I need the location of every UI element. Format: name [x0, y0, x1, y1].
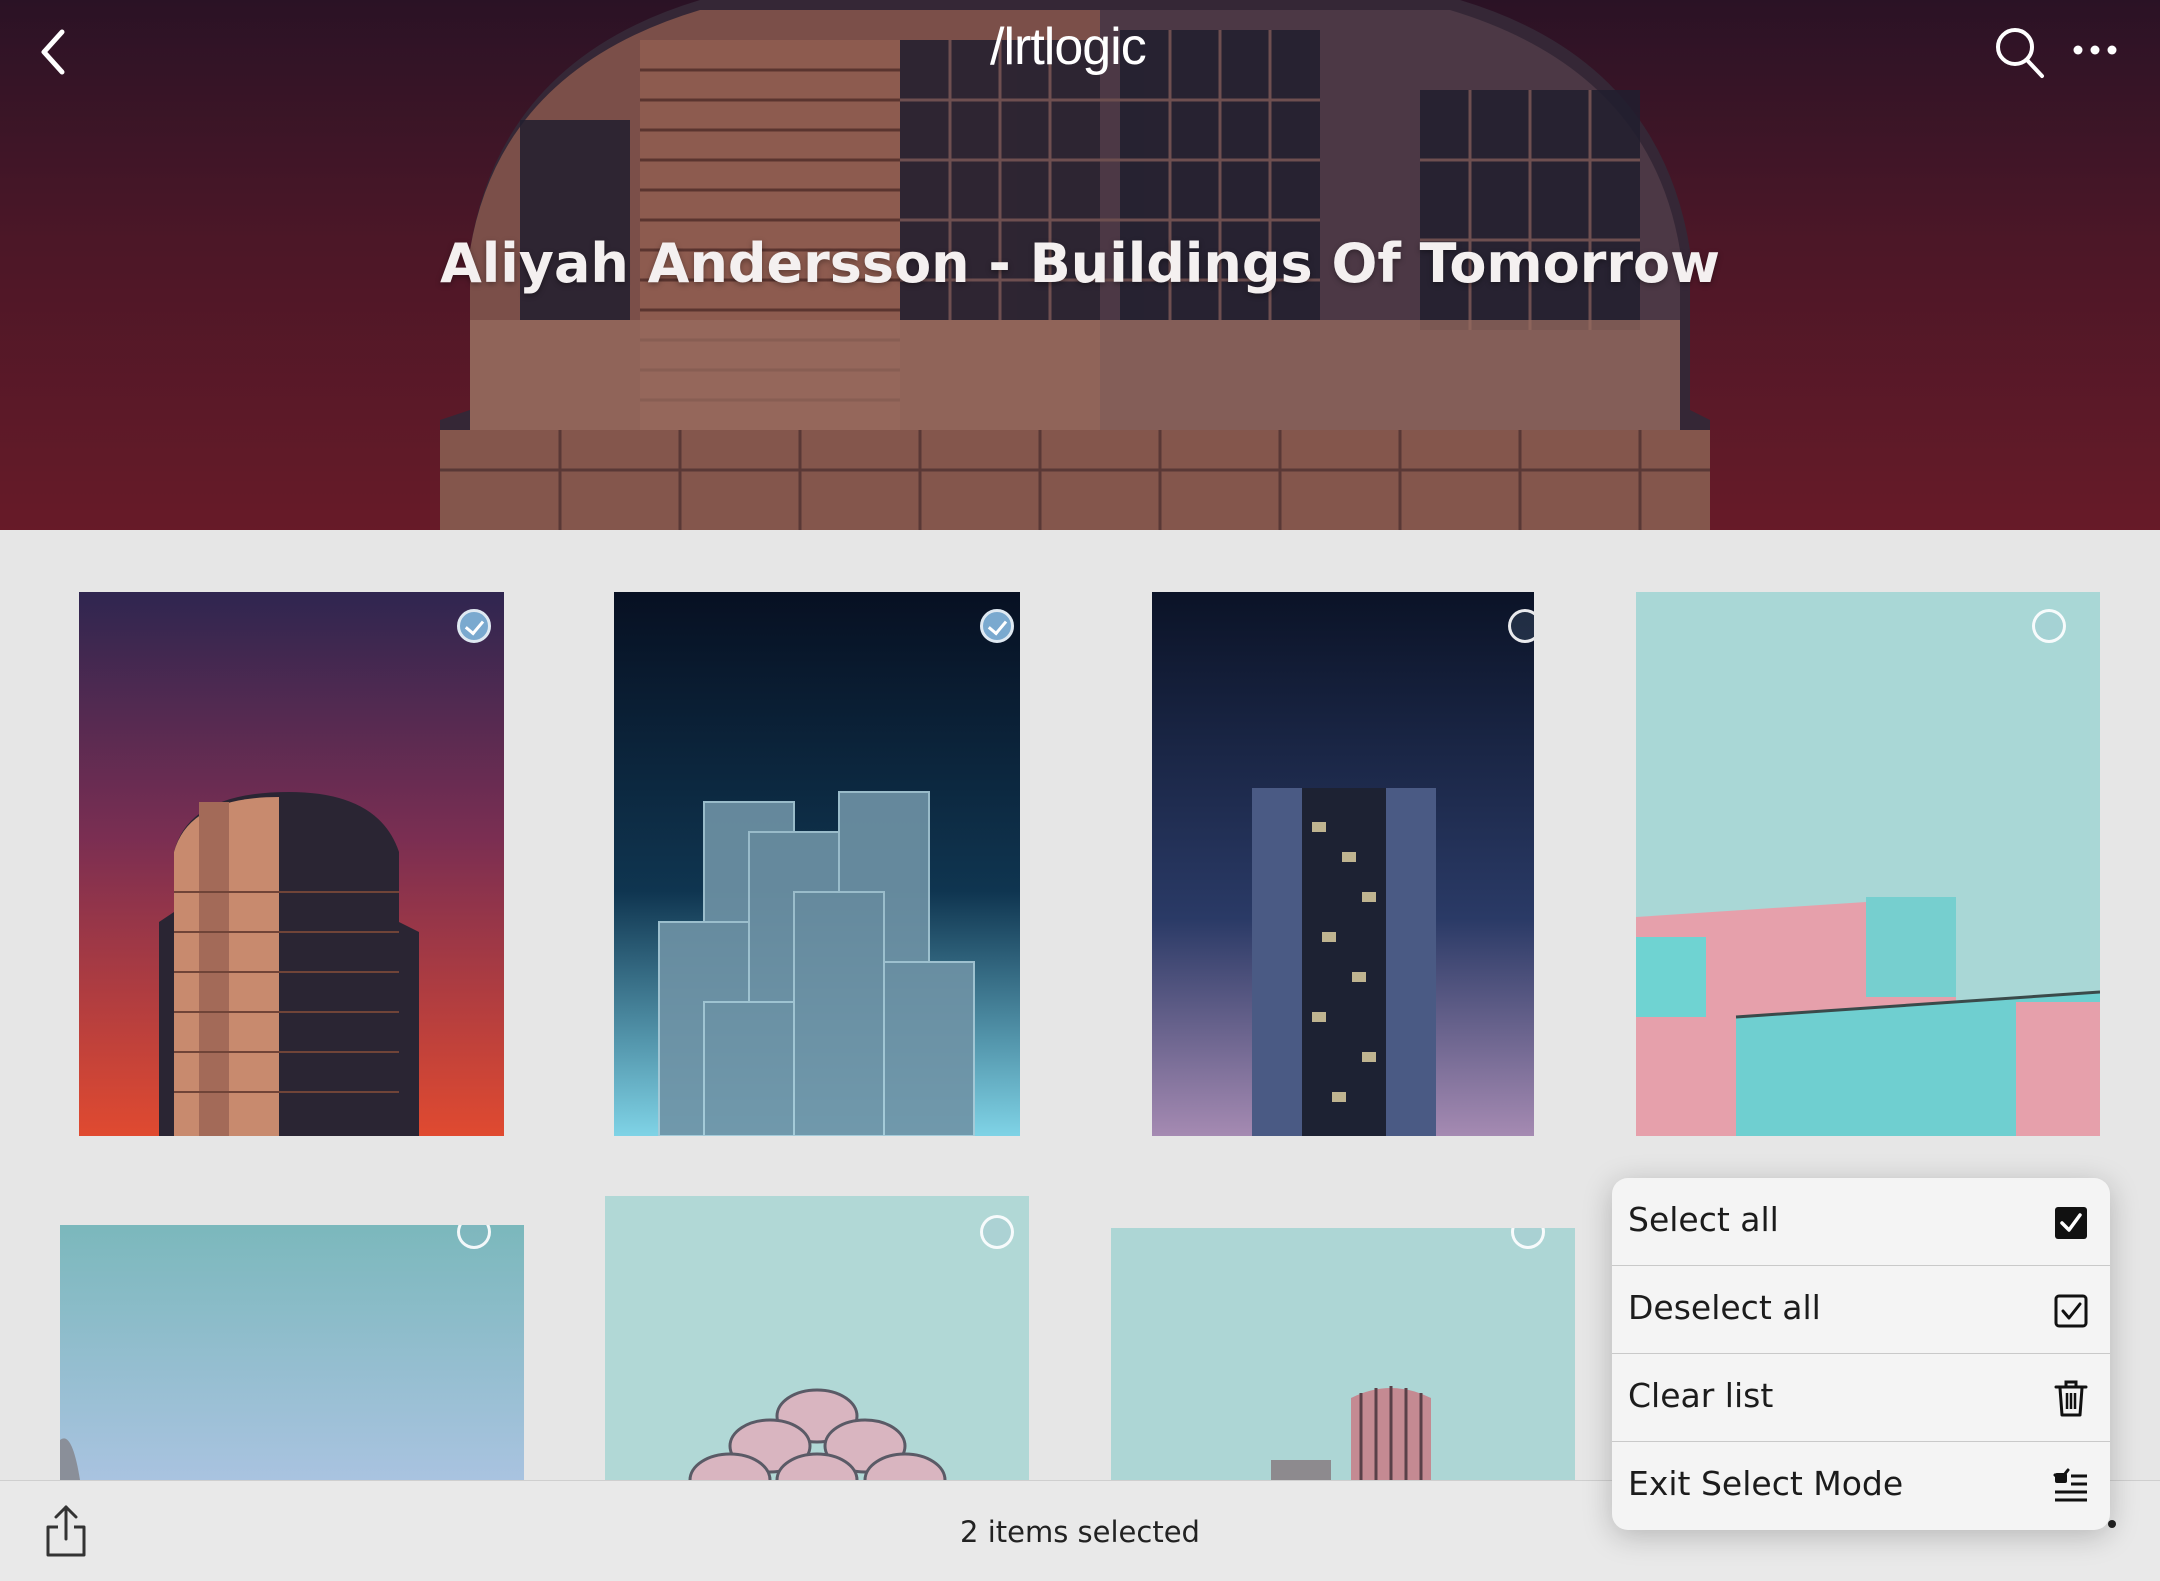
selection-checkbox[interactable]: [457, 609, 491, 643]
artwork-tile[interactable]: [60, 1225, 524, 1480]
hero-header: /lrtlogic Aliyah Andersson - Buildings O…: [0, 0, 2160, 530]
menu-item-label: Deselect all: [1628, 1288, 1821, 1327]
artwork-tile[interactable]: [1111, 1228, 1575, 1480]
artwork-tile[interactable]: [605, 1196, 1029, 1480]
trash-icon: [2054, 1380, 2088, 1417]
selection-checkbox[interactable]: [980, 1215, 1014, 1249]
chevron-left-icon[interactable]: [30, 22, 80, 82]
artwork-image: [60, 1225, 524, 1480]
menu-item-deselect-all[interactable]: Deselect all: [1612, 1266, 2110, 1354]
artwork-image: [1111, 1228, 1575, 1480]
artwork-tile[interactable]: [1152, 592, 1534, 1136]
more-horizontal-icon[interactable]: [2070, 30, 2120, 70]
app-logo: /lrtlogic: [990, 18, 1147, 76]
selection-checkbox[interactable]: [2032, 609, 2066, 643]
menu-item-label: Select all: [1628, 1200, 1779, 1239]
search-icon[interactable]: [1990, 22, 2050, 82]
artwork-image: [605, 1196, 1029, 1480]
artwork-tile[interactable]: [614, 592, 1020, 1136]
checkbox-filled-icon: [2055, 1207, 2087, 1239]
checkbox-outline-icon: [2054, 1294, 2088, 1328]
selection-checkbox[interactable]: [1508, 609, 1534, 643]
artwork-image: [1636, 592, 2100, 1136]
artwork-image: [79, 592, 504, 1136]
artwork-image: [1152, 592, 1534, 1136]
checklist-icon: [2053, 1468, 2087, 1502]
menu-item-select-all[interactable]: Select all: [1612, 1178, 2110, 1266]
artwork-tile[interactable]: [79, 592, 504, 1136]
menu-item-clear-list[interactable]: Clear list: [1612, 1354, 2110, 1442]
menu-item-label: Exit Select Mode: [1628, 1464, 1904, 1503]
page-title: Aliyah Andersson - Buildings Of Tomorrow: [439, 232, 1721, 295]
artwork-image: [614, 592, 1020, 1136]
menu-item-exit-select-mode[interactable]: Exit Select Mode: [1612, 1442, 2110, 1530]
select-mode-menu: Select all Deselect all Clear list Exit …: [1612, 1178, 2110, 1530]
artwork-tile[interactable]: [1636, 592, 2100, 1136]
menu-item-label: Clear list: [1628, 1376, 1774, 1415]
selection-checkbox[interactable]: [980, 609, 1014, 643]
